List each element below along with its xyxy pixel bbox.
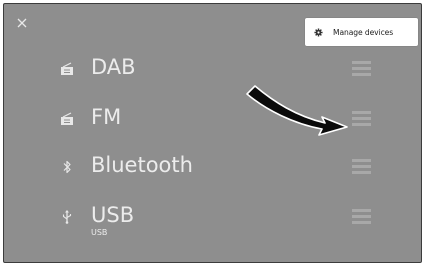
source-row-fm[interactable]: FM [4, 96, 421, 144]
close-icon[interactable] [14, 15, 30, 31]
source-list-screen: Manage devices DAB FM Bluetooth USB USB [3, 3, 422, 263]
manage-devices-button[interactable]: Manage devices [305, 18, 418, 46]
source-row-bluetooth[interactable]: Bluetooth [4, 144, 421, 192]
manage-devices-label: Manage devices [333, 27, 394, 37]
radio-icon [61, 112, 73, 125]
source-label: USB [91, 203, 135, 227]
bluetooth-icon [63, 160, 71, 174]
source-label: DAB [91, 55, 136, 79]
drag-handle-icon[interactable] [352, 209, 371, 225]
source-row-usb[interactable]: USB USB [4, 194, 421, 242]
source-label: FM [91, 105, 122, 129]
source-sublabel: USB [91, 228, 108, 237]
drag-handle-icon[interactable] [352, 111, 371, 127]
drag-handle-icon[interactable] [352, 61, 371, 77]
source-row-dab[interactable]: DAB [4, 46, 421, 94]
gear-icon [314, 27, 323, 37]
drag-handle-icon[interactable] [352, 159, 371, 175]
source-label: Bluetooth [91, 153, 193, 177]
radio-icon [61, 62, 73, 75]
usb-icon [62, 210, 72, 224]
